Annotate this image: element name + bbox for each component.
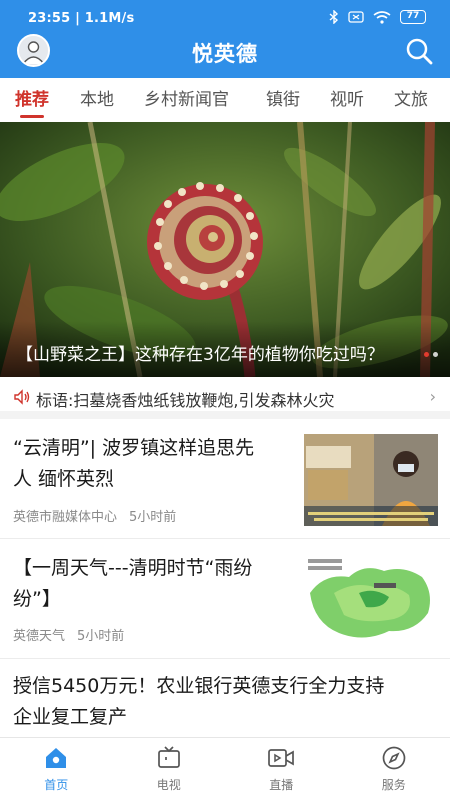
news-thumbnail [304,553,438,645]
tab-culture-travel[interactable]: 文旅 [394,78,428,122]
news-thumbnail-image [304,434,438,526]
tv-icon [157,746,180,768]
home-icon [46,748,67,768]
status-icons: 77 [329,10,426,24]
search-icon[interactable] [404,36,434,66]
news-title: “云清明”| 波罗镇这样追思先 人 缅怀英烈 [13,433,254,495]
news-title-line: 授信5450万元！农业银行英德支行全力支持 [13,675,385,697]
compass-icon [382,746,406,770]
tab-towns[interactable]: 镇街 [266,78,300,122]
weather-map-image [304,553,438,645]
news-title: 授信5450万元！农业银行英德支行全力支持 企业复工复产 [13,671,384,733]
nav-home-label: 首页 [44,778,69,792]
notice-bar[interactable]: 标语:扫墓烧香烛纸钱放鞭炮,引发森林火灾 › [0,377,450,419]
news-item[interactable]: “云清明”| 波罗镇这样追思先 人 缅怀英烈 英德市融媒体中心 5小时前 [0,427,450,539]
tab-local[interactable]: 本地 [80,78,114,122]
tab-village-news[interactable]: 乡村新闻官 [144,78,229,122]
nav-live[interactable]: 直播 [225,738,338,800]
news-title-line: 纷”】 [13,588,61,610]
news-title-line: 企业复工复产 [13,706,128,728]
speaker-icon [14,389,30,405]
carousel-dot[interactable] [433,352,438,357]
status-time: 23:55 | 1.1M/s [28,11,135,26]
banner-carousel[interactable]: 【山野菜之王】这种存在3亿年的植物你吃过吗？ [0,122,450,377]
wifi-icon [373,10,391,24]
news-time: 5小时前 [77,629,125,644]
nav-tv[interactable]: 电视 [113,738,226,800]
news-item[interactable]: 【一周天气---清明时节“雨纷 纷”】 英德天气 5小时前 [0,547,450,659]
news-thumbnail [304,434,438,526]
banner-caption: 【山野菜之王】这种存在3亿年的植物你吃过吗？ [16,345,384,365]
tab-recommend[interactable]: 推荐 [15,78,49,122]
nav-services[interactable]: 服务 [338,738,450,800]
news-source: 英德天气 [13,629,66,644]
news-source: 英德市融媒体中心 [13,510,118,525]
app-header: 悦英德 [0,28,450,78]
news-meta: 英德市融媒体中心 5小时前 [13,506,176,525]
carousel-dots [424,352,438,357]
live-video-icon [268,749,295,767]
tab-audiovisual[interactable]: 视听 [330,78,364,122]
news-title-line: 人 缅怀英烈 [13,468,115,490]
bluetooth-icon [329,10,339,24]
category-tabs: 推荐 本地 乡村新闻官 镇街 视听 文旅 [0,78,450,122]
app-title: 悦英德 [192,42,258,66]
news-item[interactable]: 授信5450万元！农业银行英德支行全力支持 企业复工复产 [0,667,450,737]
battery-icon: 77 [400,10,426,24]
sim-icon [348,11,364,23]
nav-live-label: 直播 [269,778,294,792]
news-title: 【一周天气---清明时节“雨纷 纷”】 [13,553,252,615]
carousel-dot-active[interactable] [424,352,429,357]
news-title-line: 【一周天气---清明时节“雨纷 [13,557,253,579]
nav-services-label: 服务 [381,778,406,792]
notice-text: 标语:扫墓烧香烛纸钱放鞭炮,引发森林火灾 [36,391,335,410]
nav-home[interactable]: 首页 [0,738,113,800]
news-meta: 英德天气 5小时前 [13,625,124,644]
nav-tv-label: 电视 [156,778,181,792]
news-time: 5小时前 [129,510,177,525]
bottom-nav: 首页 电视 直播 服务 [0,737,450,800]
news-title-line: “云清明”| 波罗镇这样追思先 [13,437,255,459]
chevron-right-icon: › [429,387,436,406]
